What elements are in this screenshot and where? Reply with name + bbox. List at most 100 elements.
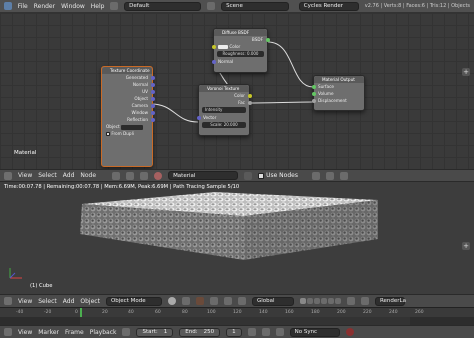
sync-dropdown[interactable]: No Sync xyxy=(289,327,340,337)
from-dupli-checkbox[interactable]: From Dupli xyxy=(102,130,152,137)
layer-icon[interactable] xyxy=(327,298,334,304)
roughness-field[interactable]: Roughness: 0.000 xyxy=(217,51,264,57)
output-socket[interactable] xyxy=(150,96,155,101)
play-icon[interactable] xyxy=(261,328,270,336)
node-menu-select[interactable]: Select xyxy=(38,172,57,179)
layer-buttons[interactable] xyxy=(299,298,341,304)
color-swatch[interactable] xyxy=(218,45,228,49)
object-shader-icon[interactable] xyxy=(126,171,135,180)
coloring-dropdown[interactable]: Intensity xyxy=(202,107,246,113)
translate-icon[interactable] xyxy=(209,297,218,305)
start-frame-field[interactable]: Start: 1 xyxy=(136,327,174,337)
panel-toggle-plus-icon[interactable]: + xyxy=(462,68,470,76)
texcoord-object-field[interactable]: Object xyxy=(102,123,152,130)
material-output-node[interactable]: Material Output Surface Volume Displacem… xyxy=(311,75,365,111)
rotate-icon[interactable] xyxy=(223,297,232,305)
node-menu-node[interactable]: Node xyxy=(80,172,96,179)
layer-icon[interactable] xyxy=(313,298,320,304)
output-socket[interactable] xyxy=(150,110,155,115)
scale-icon[interactable] xyxy=(237,297,246,305)
end-frame-field[interactable]: End: 250 xyxy=(179,327,221,337)
menu-file[interactable]: File xyxy=(18,3,28,10)
layer-icon[interactable] xyxy=(334,298,341,304)
vp-menu-object[interactable]: Object xyxy=(80,298,100,305)
texture-coordinate-node[interactable]: Texture Coordinate Generated Normal UV O… xyxy=(101,66,155,167)
tl-menu-playback[interactable]: Playback xyxy=(90,329,117,336)
timeline-tick-label: 200 xyxy=(337,310,346,315)
layout-dropdown[interactable]: Default xyxy=(124,1,202,11)
vp-menu-view[interactable]: View xyxy=(18,298,32,305)
vp-menu-select[interactable]: Select xyxy=(38,298,57,305)
shading-mode-icon[interactable] xyxy=(167,297,176,305)
node-editor[interactable]: Texture Coordinate Generated Normal UV O… xyxy=(0,13,474,169)
menu-help[interactable]: Help xyxy=(91,3,105,10)
output-socket[interactable] xyxy=(247,100,252,105)
snap-icon[interactable] xyxy=(325,171,334,180)
manipulator-icon[interactable] xyxy=(195,297,204,305)
info-editor-icon[interactable] xyxy=(4,2,12,10)
pivot-point-icon[interactable] xyxy=(181,297,190,305)
input-socket[interactable] xyxy=(311,98,316,103)
pin-icon[interactable] xyxy=(339,171,348,180)
diffuse-color-input[interactable]: Color xyxy=(211,43,267,50)
layer-icon[interactable] xyxy=(320,298,327,304)
jump-start-icon[interactable] xyxy=(247,328,256,336)
input-socket[interactable] xyxy=(196,115,201,120)
use-nodes-check[interactable] xyxy=(258,172,265,179)
render-engine-dropdown[interactable]: Cycles Render xyxy=(298,1,359,11)
orientation-dropdown[interactable]: Global xyxy=(251,296,294,306)
input-socket[interactable] xyxy=(311,91,316,96)
object-selector[interactable] xyxy=(120,124,143,130)
input-socket[interactable] xyxy=(211,44,216,49)
use-nodes-toggle[interactable]: Use Nodes xyxy=(258,172,298,179)
output-socket[interactable] xyxy=(150,82,155,87)
output-socket[interactable] xyxy=(150,75,155,80)
node-menu-view[interactable]: View xyxy=(18,172,32,179)
render-icon[interactable] xyxy=(360,297,369,305)
timeline-area[interactable]: -40 -20 0 20 40 60 80 100 120 140 160 18… xyxy=(0,307,474,326)
output-socket[interactable] xyxy=(247,93,252,98)
tl-menu-frame[interactable]: Frame xyxy=(65,329,84,336)
world-shader-icon[interactable] xyxy=(140,171,149,180)
3d-view-type-icon[interactable] xyxy=(4,297,12,305)
shader-type-icon[interactable] xyxy=(112,171,121,180)
scene-dropdown[interactable]: Scene xyxy=(221,1,289,11)
material-selector[interactable]: Material xyxy=(168,171,239,180)
output-socket[interactable] xyxy=(150,89,155,94)
tl-menu-view[interactable]: View xyxy=(18,329,32,336)
jump-end-icon[interactable] xyxy=(275,328,284,336)
preview-range-icon[interactable] xyxy=(122,328,131,336)
snap-magnet-icon[interactable] xyxy=(346,297,355,305)
input-socket[interactable] xyxy=(211,59,216,64)
timeline-tick-label: 80 xyxy=(182,310,188,315)
keying-icon[interactable] xyxy=(345,328,354,336)
screen-layout-icon[interactable] xyxy=(110,2,119,10)
scene-icon[interactable] xyxy=(207,2,216,10)
diffuse-bsdf-node[interactable]: Diffuse BSDF BSDF Color Roughness: 0.000… xyxy=(211,28,270,73)
render-layer-dropdown[interactable]: RenderLa xyxy=(374,296,406,306)
voronoi-texture-node[interactable]: Voronoi Texture Color Fac Intensity Vect… xyxy=(196,84,252,136)
current-frame-field[interactable]: 1 xyxy=(226,327,242,337)
from-dupli-check[interactable] xyxy=(106,132,110,136)
menu-render[interactable]: Render xyxy=(34,3,55,10)
menu-window[interactable]: Window xyxy=(61,3,85,10)
backdrop-icon[interactable] xyxy=(311,171,320,180)
output-socket[interactable] xyxy=(150,117,155,122)
vp-menu-add[interactable]: Add xyxy=(63,298,75,305)
viewport-plus-icon[interactable]: + xyxy=(462,242,470,250)
3d-viewport[interactable]: Time:00:07.78 | Remaining:00:07.78 | Mem… xyxy=(0,182,474,294)
material-sphere-icon[interactable] xyxy=(154,171,163,180)
node-menu-add[interactable]: Add xyxy=(63,172,75,179)
tl-menu-marker[interactable]: Marker xyxy=(38,329,59,336)
output-socket[interactable] xyxy=(265,37,270,42)
mode-dropdown[interactable]: Object Mode xyxy=(105,296,162,306)
layer-icon[interactable] xyxy=(306,298,313,304)
input-socket[interactable] xyxy=(311,84,316,89)
node-editor-type-icon[interactable] xyxy=(4,171,12,180)
material-selector-value: Material xyxy=(173,172,196,179)
layer-icon[interactable] xyxy=(299,298,306,304)
fake-user-icon[interactable] xyxy=(244,171,253,180)
scale-field[interactable]: Scale: 20.000 xyxy=(202,122,246,128)
timeline-type-icon[interactable] xyxy=(4,328,12,336)
output-socket[interactable] xyxy=(150,103,155,108)
